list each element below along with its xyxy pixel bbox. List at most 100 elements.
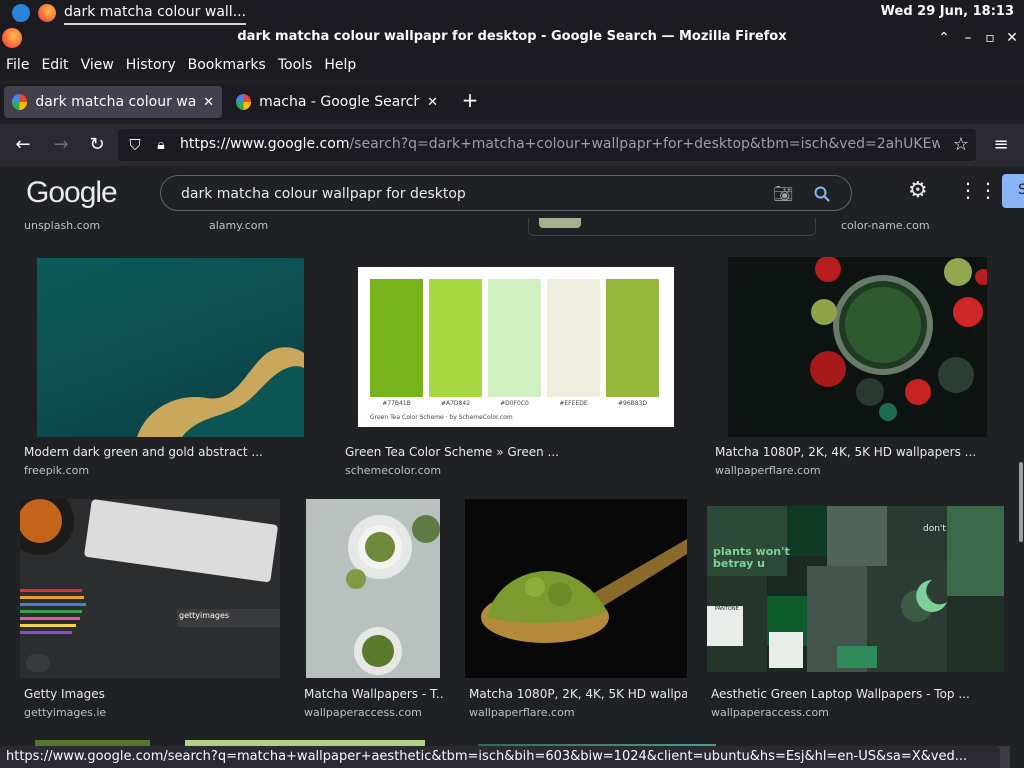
getty-watermark: gettyimages <box>179 611 230 620</box>
url-text[interactable]: https://www.google.com/search?q=dark+mat… <box>180 136 940 152</box>
maximize-button[interactable]: ▫ <box>980 28 1000 48</box>
palette-swatch <box>547 279 600 397</box>
shield-icon[interactable]: ⛉ <box>124 134 146 156</box>
menu-history[interactable]: History <box>126 57 176 73</box>
result-image-green-gold-abstract[interactable] <box>37 258 304 437</box>
result-source[interactable]: wallpaperaccess.com <box>711 706 829 719</box>
hamburger-menu-icon[interactable]: ≡ <box>990 134 1012 156</box>
desktop-panel: dark matcha colour wall... Wed 29 Jun, 1… <box>0 0 1024 26</box>
apps-grid-icon[interactable]: ⋮⋮ <box>958 178 998 202</box>
palette-hex-label: #77B41B <box>382 400 411 407</box>
clock[interactable]: Wed 29 Jun, 18:13 <box>881 4 1014 19</box>
url-host: https://www.google.com <box>180 136 350 152</box>
palette-footer: Green Tea Color Scheme · by SchemeColor.… <box>370 414 513 421</box>
menu-view[interactable]: View <box>81 57 114 73</box>
tab-dark-matcha[interactable]: dark matcha colour wallpa ✕ <box>4 86 222 118</box>
tab-bar: dark matcha colour wallpa ✕ macha - Goog… <box>0 84 1024 120</box>
palette-swatch <box>488 279 541 397</box>
result-source[interactable]: wallpaperflare.com <box>715 464 821 477</box>
url-bar[interactable]: ⛉ 🔒︎ https://www.google.com/search?q=dar… <box>118 129 976 161</box>
taskbar-window-title[interactable]: dark matcha colour wall... <box>64 2 247 25</box>
menu-tools[interactable]: Tools <box>278 57 313 73</box>
result-image-matcha-spoon[interactable] <box>465 499 687 678</box>
palette-swatch <box>429 279 482 397</box>
tab-label: macha - Google Search <box>259 94 420 110</box>
image-results: unsplash.com alamy.com color-name.com Mo… <box>0 218 1024 768</box>
result-caption[interactable]: Getty Images <box>24 687 274 701</box>
result-caption[interactable]: Modern dark green and gold abstract ... <box>24 445 304 459</box>
navigation-bar: ← → ↻ ⛉ 🔒︎ https://www.google.com/search… <box>0 124 1024 166</box>
result-source[interactable]: wallpaperflare.com <box>469 706 575 719</box>
result-source[interactable]: unsplash.com <box>24 219 100 232</box>
result-caption[interactable]: Matcha 1080P, 2K, 4K, 5K HD wallpapers .… <box>715 445 975 459</box>
abstract-wave-image <box>137 347 304 437</box>
matcha-cups-image <box>306 499 440 678</box>
google-favicon-icon <box>236 94 252 110</box>
app-indicator-icon[interactable] <box>12 4 30 22</box>
color-swatch <box>539 218 581 228</box>
result-image-matcha-cups[interactable] <box>306 499 440 678</box>
result-source[interactable]: wallpaperaccess.com <box>304 706 422 719</box>
window-titlebar: dark matcha colour wallpapr for desktop … <box>0 26 1024 50</box>
result-source[interactable]: alamy.com <box>209 219 268 232</box>
result-caption[interactable]: Matcha 1080P, 2K, 4K, 5K HD wallpap... <box>469 687 687 701</box>
lock-icon[interactable]: 🔒︎ <box>150 134 172 156</box>
menu-bookmarks[interactable]: Bookmarks <box>188 57 266 73</box>
menu-file[interactable]: File <box>6 57 29 73</box>
result-caption[interactable]: Matcha Wallpapers - T... <box>304 687 444 701</box>
close-tab-icon[interactable]: ✕ <box>203 95 214 110</box>
result-caption[interactable]: Aesthetic Green Laptop Wallpapers - Top … <box>711 687 1001 701</box>
menu-help[interactable]: Help <box>324 57 356 73</box>
google-logo[interactable]: Google <box>26 176 118 210</box>
collage-text: don't <box>923 524 946 534</box>
palette-hex-label: #EFEEDE <box>559 400 588 407</box>
tab-macha[interactable]: macha - Google Search ✕ <box>228 86 446 118</box>
result-image-green-collage[interactable]: plants won't betray u don't PANTONE <box>707 506 1004 672</box>
page-scrollbar[interactable] <box>1019 462 1023 542</box>
palette-hex-label: #96B83D <box>617 400 648 407</box>
menu-edit[interactable]: Edit <box>41 57 68 73</box>
result-source[interactable]: color-name.com <box>841 219 930 232</box>
search-input[interactable] <box>181 182 761 206</box>
bookmark-star-icon[interactable]: ☆ <box>950 134 972 156</box>
status-bar-link: https://www.google.com/search?q=matcha+w… <box>0 746 1000 768</box>
menu-bar: File Edit View History Bookmarks Tools H… <box>0 50 1024 80</box>
result-caption[interactable]: Green Tea Color Scheme » Green ... <box>345 445 645 459</box>
palette-hex-label: #A7D842 <box>440 400 471 407</box>
result-source[interactable]: gettyimages.ie <box>24 706 106 719</box>
minimize-button[interactable]: – <box>958 28 978 48</box>
tab-label: dark matcha colour wallpa <box>35 94 196 110</box>
collage-image <box>707 506 1004 672</box>
matcha-bowl-image <box>810 257 987 421</box>
desk-keyboard-tea-image <box>20 499 280 672</box>
close-tab-icon[interactable]: ✕ <box>427 95 438 110</box>
camera-icon[interactable]: 📷︎ <box>773 184 793 203</box>
sign-in-button[interactable]: S <box>1002 174 1024 208</box>
firefox-task-icon[interactable] <box>38 4 56 22</box>
url-path: /search?q=dark+matcha+colour+wallpapr+fo… <box>349 136 940 152</box>
result-image-green-tea-palette[interactable]: #77B41B #A7D842 #D0F0C0 #EFEEDE #96B83D … <box>358 267 674 427</box>
result-image-matcha-ornaments[interactable] <box>728 257 987 437</box>
window-title: dark matcha colour wallpapr for desktop … <box>237 29 787 44</box>
result-source[interactable]: freepik.com <box>24 464 89 477</box>
search-box[interactable]: 📷︎ <box>160 175 852 211</box>
collage-text: plants won't betray u <box>713 545 790 570</box>
collapse-icon[interactable]: ⌃ <box>934 28 954 48</box>
close-window-button[interactable]: ✕ <box>1002 28 1022 48</box>
search-icon[interactable] <box>813 185 831 203</box>
settings-gear-icon[interactable]: ⚙ <box>908 178 928 203</box>
collage-text: PANTONE <box>715 606 739 612</box>
result-image-getty-desk[interactable]: gettyimages <box>20 499 280 678</box>
palette-swatch <box>606 279 659 397</box>
new-tab-button[interactable]: + <box>460 90 480 110</box>
google-favicon-icon <box>12 94 28 110</box>
palette-hex-label: #D0F0C0 <box>500 400 529 407</box>
result-source[interactable]: schemecolor.com <box>345 464 441 477</box>
google-header: Google 📷︎ ⚙ ⋮⋮ S <box>0 166 1024 218</box>
forward-button[interactable]: → <box>50 134 72 156</box>
palette-swatch <box>370 279 423 397</box>
matcha-spoon-image <box>481 539 687 643</box>
back-button[interactable]: ← <box>12 134 34 156</box>
result-image-card[interactable] <box>528 218 816 236</box>
reload-button[interactable]: ↻ <box>86 134 108 156</box>
